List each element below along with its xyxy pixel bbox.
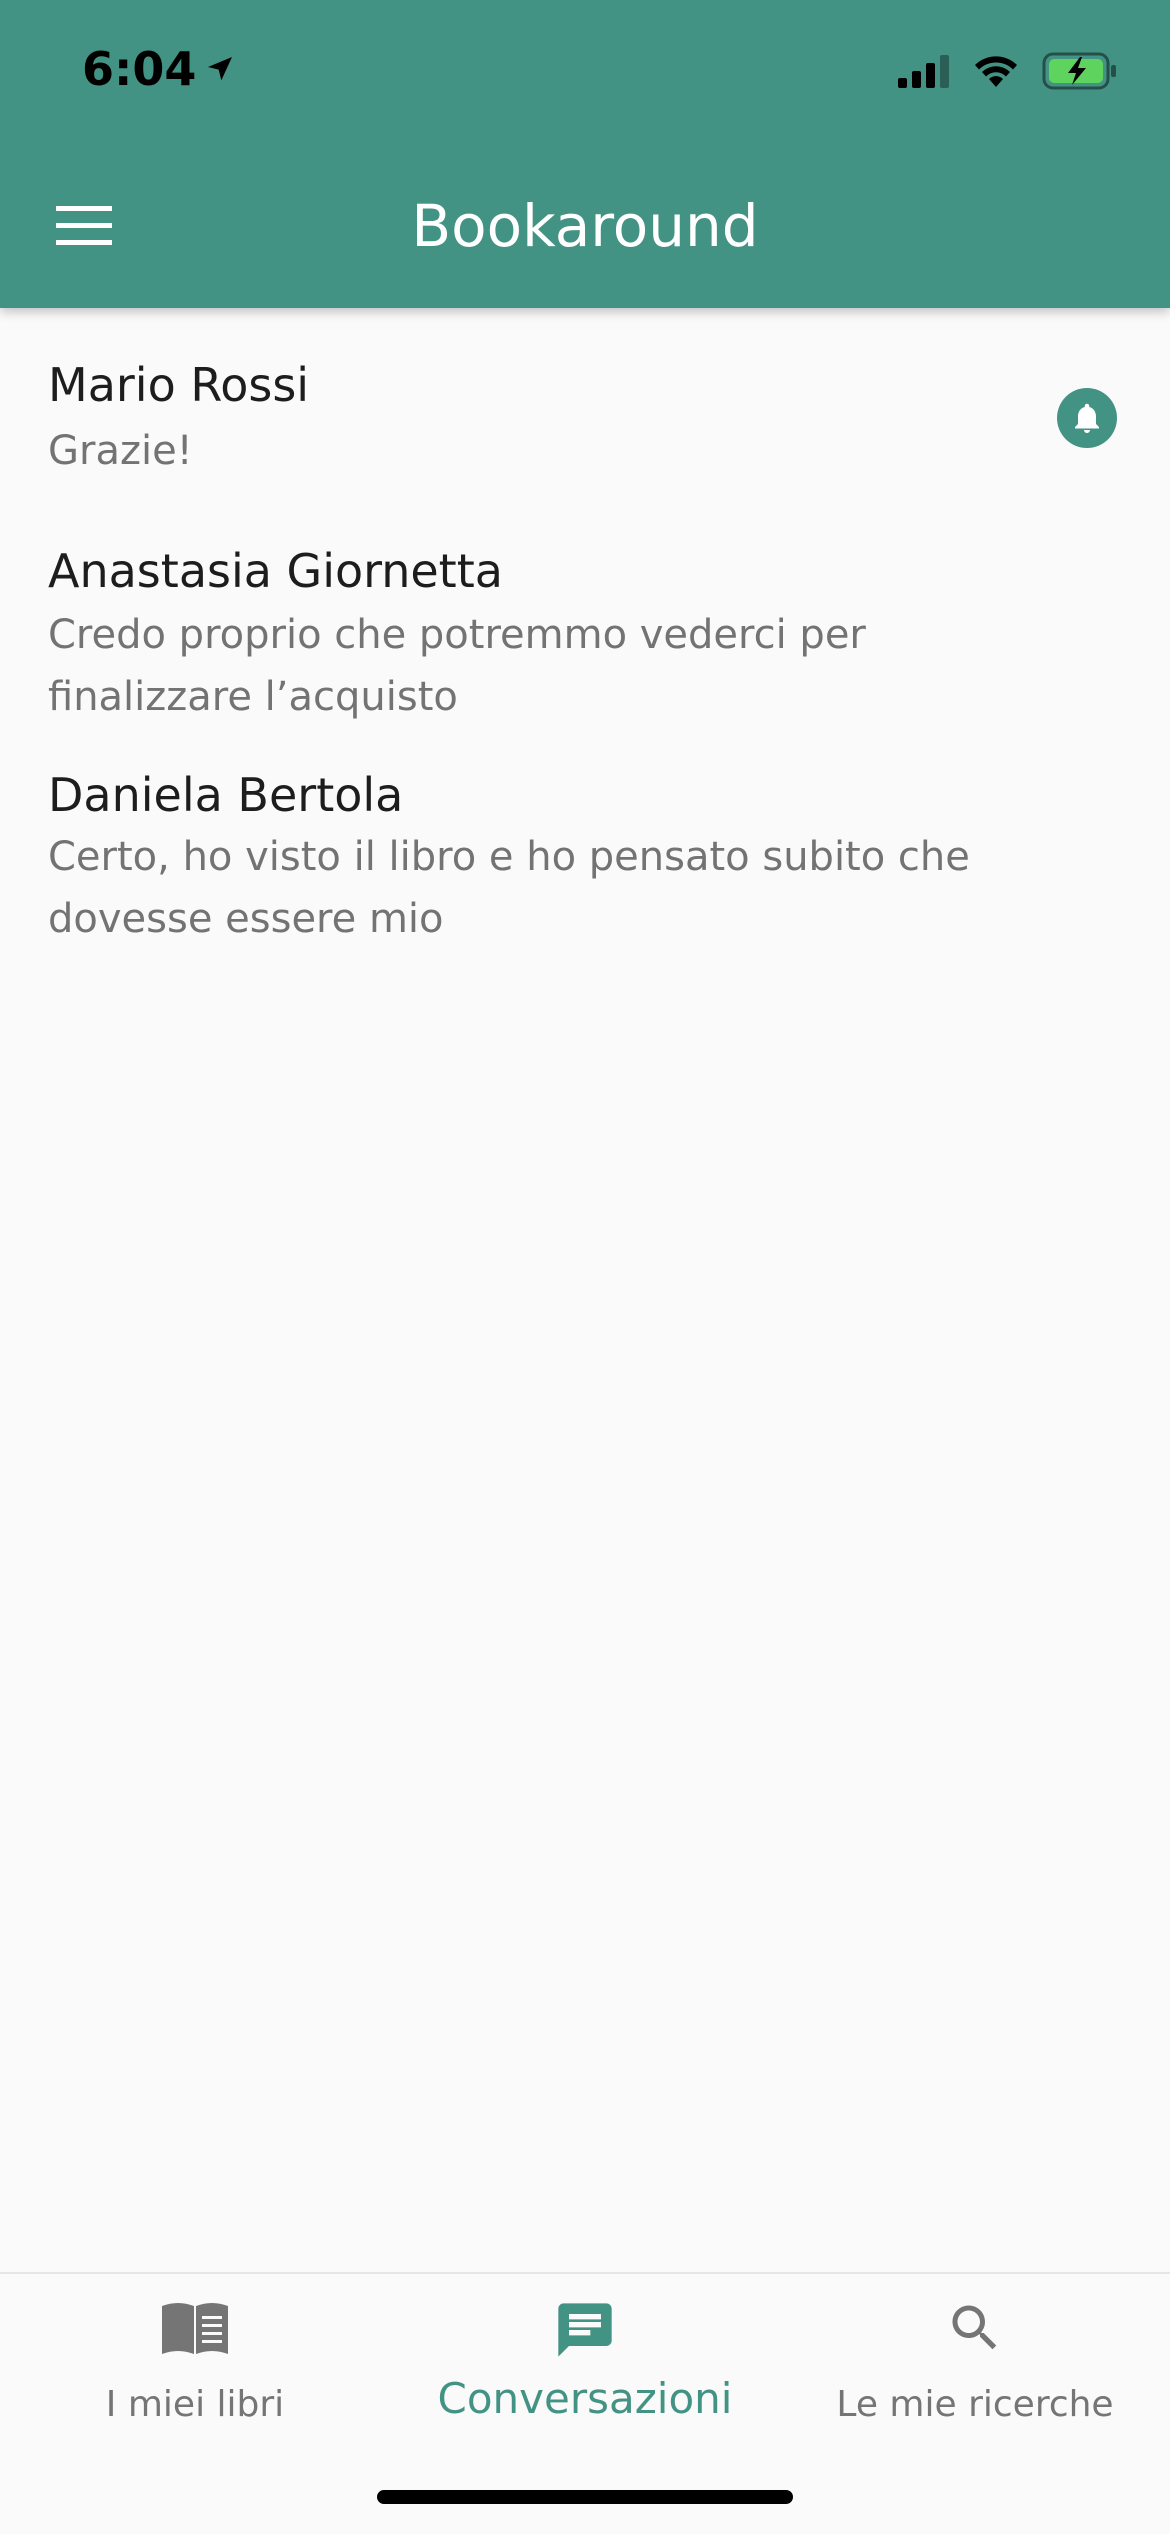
wifi-icon: [975, 56, 1017, 87]
nav-item-label: I miei libri: [105, 2384, 285, 2425]
status-bar-time: 6:04: [82, 42, 236, 96]
conversation-name: Mario Rossi: [48, 358, 310, 412]
nav-item-my-books[interactable]: I miei libri: [0, 2274, 390, 2444]
conversation-last-message: Grazie!: [48, 428, 193, 474]
app-bar: 6:04 Bookaround: [0, 0, 1170, 308]
conversation-last-message: Credo proprio che potremmo vederci per f…: [48, 612, 866, 720]
nav-item-conversations[interactable]: Conversazioni: [390, 2274, 780, 2444]
notification-badge: [1057, 388, 1117, 448]
chat-icon: [553, 2298, 617, 2362]
hamburger-menu-icon: [56, 206, 112, 245]
page-title: Bookaround: [411, 192, 759, 260]
conversation-item[interactable]: Mario Rossi Grazie!: [0, 308, 1170, 494]
conversation-last-message: Certo, ho visto il libro e ho pensato su…: [48, 834, 970, 942]
conversation-list: Mario Rossi Grazie! Anastasia Giornetta …: [0, 308, 1170, 942]
home-indicator: [377, 2490, 793, 2504]
location-arrow-icon: [208, 57, 233, 81]
nav-item-my-searches[interactable]: Le mie ricerche: [780, 2274, 1170, 2444]
cellular-signal-icon: [898, 55, 949, 88]
conversation-item[interactable]: Anastasia Giornetta Credo proprio che po…: [0, 494, 1170, 720]
conversation-name: Anastasia Giornetta: [48, 544, 503, 598]
nav-item-label: Conversazioni: [437, 2374, 733, 2423]
conversation-name: Daniela Bertola: [48, 768, 404, 822]
status-time-text: 6:04: [82, 42, 197, 96]
status-bar-icons: [898, 52, 1118, 90]
conversation-item[interactable]: Daniela Bertola Certo, ho visto il libro…: [0, 716, 1170, 942]
search-icon: [945, 2298, 1005, 2358]
book-icon: [160, 2298, 230, 2358]
menu-button[interactable]: [48, 190, 120, 262]
bell-icon: [1075, 403, 1099, 433]
battery-charging-icon: [1042, 52, 1116, 90]
nav-item-label: Le mie ricerche: [836, 2384, 1114, 2425]
